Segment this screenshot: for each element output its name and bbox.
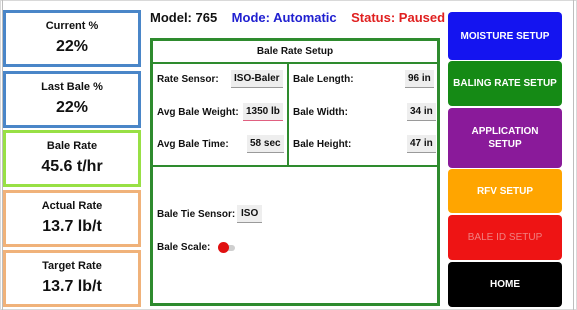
current-percent-label: Current % [45,20,99,32]
avg-bale-time-label: Avg Bale Time: [157,139,229,150]
last-bale-percent-value: 22% [55,99,89,116]
bale-rate-setup-panel: Bale Rate Setup Rate Sensor: ISO-Baler A… [150,38,440,306]
bale-id-setup-button[interactable]: BALE ID SETUP [448,215,562,260]
target-rate-label: Target Rate [42,260,102,272]
mode-value: Automatic [273,10,337,25]
current-percent-value: 22% [55,38,89,55]
bale-rate-tile: Bale Rate 45.6 t/hr [3,130,141,187]
status-header: Model: 765 Mode: Automatic Status: Pause… [150,10,445,25]
mode-label: Mode: [231,10,270,25]
panel-horizontal-divider [153,165,437,167]
avg-bale-time-input[interactable]: 58 sec [247,135,284,153]
bale-height-label: Bale Height: [293,139,352,150]
bale-scale-toggle[interactable] [218,242,235,253]
actual-rate-label: Actual Rate [41,200,103,212]
bale-height-input[interactable]: 47 in [407,135,436,153]
moisture-setup-button[interactable]: MOISTURE SETUP [448,12,562,60]
bale-tie-sensor-label: Bale Tie Sensor: [157,209,236,220]
bale-length-label: Bale Length: [293,74,354,85]
model-value: 765 [195,10,218,25]
home-button[interactable]: HOME [448,262,562,307]
bale-rate-value: 45.6 t/hr [41,158,103,175]
bale-width-input[interactable]: 34 in [407,103,436,121]
panel-title: Bale Rate Setup [153,41,437,64]
avg-bale-weight-input[interactable]: 1350 lb [243,103,283,121]
model-label: Model: [150,10,192,25]
right-edge [573,0,574,310]
rate-sensor-label: Rate Sensor: [157,74,219,85]
bale-tie-sensor-select[interactable]: ISO [237,205,263,223]
bale-rate-label: Bale Rate [46,140,98,152]
panel-vertical-divider [287,62,289,165]
last-bale-percent-tile: Last Bale % 22% [3,71,141,128]
rate-sensor-select[interactable]: ISO-Baler [231,70,283,88]
last-bale-percent-label: Last Bale % [41,81,103,93]
rfv-setup-button[interactable]: RFV SETUP [448,169,562,213]
status-label: Status: [351,10,396,25]
target-rate-tile: Target Rate 13.7 lb/t [3,250,141,307]
bale-length-input[interactable]: 96 in [405,70,434,88]
bale-width-label: Bale Width: [293,107,348,118]
target-rate-value: 13.7 lb/t [42,278,102,295]
status-value: Paused [398,10,446,25]
toggle-knob [218,242,229,253]
bale-scale-label: Bale Scale: [157,242,211,253]
baling-rate-setup-button[interactable]: BALING RATE SETUP [448,61,562,106]
actual-rate-value: 13.7 lb/t [42,218,102,235]
application-setup-button[interactable]: APPLICATION SETUP [448,108,562,168]
avg-bale-weight-label: Avg Bale Weight: [157,107,239,118]
actual-rate-tile: Actual Rate 13.7 lb/t [3,190,141,247]
current-percent-tile: Current % 22% [3,10,141,67]
